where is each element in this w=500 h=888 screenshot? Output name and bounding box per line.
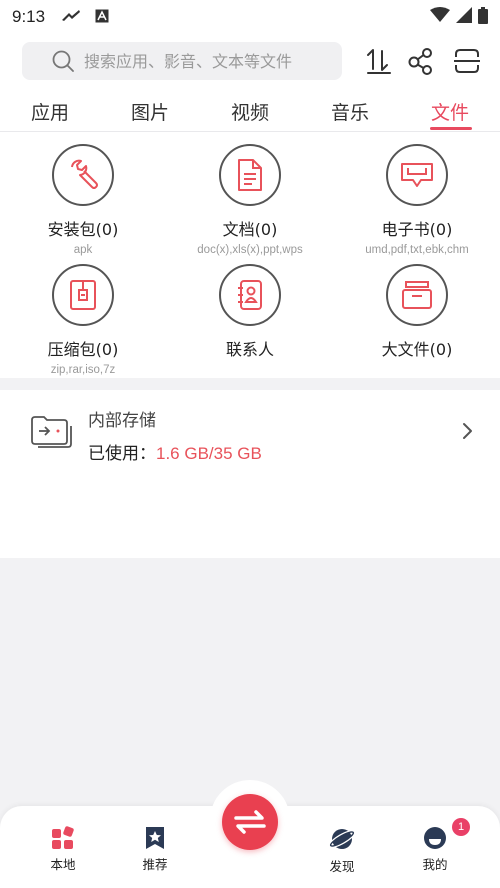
search-icon (52, 50, 74, 72)
ebook-icon (401, 163, 433, 187)
category-contacts[interactable]: 联系人 (167, 264, 333, 364)
nav-discover[interactable]: 发现 (307, 826, 377, 875)
share-button[interactable] (406, 46, 436, 76)
category-icon-wrap (386, 264, 448, 326)
sort-button[interactable] (364, 46, 394, 76)
tab-videos[interactable]: 视频 (210, 98, 290, 125)
signal-icon (456, 7, 472, 27)
category-label: 安装包(0) (47, 220, 119, 239)
category-label: 文档(0) (222, 220, 278, 239)
category-label: 联系人 (225, 340, 274, 359)
nav-local[interactable]: 本地 (28, 826, 98, 873)
category-icon-wrap (219, 264, 281, 326)
storage-icon (31, 416, 72, 448)
nav-recommend[interactable]: 推荐 (120, 826, 190, 873)
nav-label: 发现 (329, 859, 355, 874)
storage-title: 内部存储 (88, 411, 156, 431)
category-extensions: zip,rar,iso,7z (50, 364, 116, 376)
storage-used-label: 已使用： (88, 444, 156, 464)
category-extensions: umd,pdf,txt,ebk,chm (365, 244, 469, 256)
status-bar: 9:13 (0, 0, 500, 34)
navigation-icon (61, 8, 81, 27)
wifi-icon (430, 7, 450, 27)
category-icon-wrap (52, 264, 114, 326)
search-input[interactable] (84, 51, 324, 71)
document-icon (238, 159, 262, 191)
battery-icon (478, 6, 488, 28)
internal-storage-card[interactable]: 内部存储 已使用：1.6 GB/35 GB (0, 390, 500, 558)
profile-icon (424, 827, 446, 849)
category-ebooks[interactable]: 电子书(0) umd,pdf,txt,ebk,chm (334, 144, 500, 256)
scan-icon (454, 49, 480, 73)
storage-usage: 已使用：1.6 GB/35 GB (88, 439, 262, 464)
category-tabs: 应用 图片 视频 音乐 文件 (0, 90, 500, 132)
box-icon (402, 281, 432, 309)
active-tab-indicator (430, 127, 472, 130)
category-large-files[interactable]: 大文件(0) (334, 264, 500, 364)
wrench-icon (71, 159, 98, 189)
tab-images[interactable]: 图片 (110, 98, 190, 125)
notification-badge: 1 (452, 818, 470, 836)
status-time: 9:13 (12, 7, 46, 26)
transfer-icon (234, 810, 266, 834)
search-header (0, 34, 500, 90)
archive-icon (70, 280, 96, 310)
file-category-grid: 安装包(0) apk 文档(0) doc(x),xls(x),ppt,wps 电… (0, 132, 500, 378)
star-bookmark-icon (146, 827, 164, 849)
tab-apps[interactable]: 应用 (10, 98, 90, 125)
category-extensions: doc(x),xls(x),ppt,wps (197, 244, 303, 256)
scan-button[interactable] (452, 46, 482, 76)
category-documents[interactable]: 文档(0) doc(x),xls(x),ppt,wps (167, 144, 333, 256)
nav-label: 本地 (50, 857, 76, 872)
planet-icon (328, 829, 356, 849)
category-archives[interactable]: 压缩包(0) zip,rar,iso,7z (0, 264, 166, 376)
storage-used-value: 1.6 GB/35 GB (156, 444, 262, 463)
category-icon-wrap (386, 144, 448, 206)
contact-icon (238, 280, 262, 310)
category-apk[interactable]: 安装包(0) apk (0, 144, 166, 256)
category-extensions: apk (73, 244, 93, 256)
category-label: 压缩包(0) (47, 340, 119, 359)
nav-label: 我的 (422, 857, 448, 872)
category-label: 电子书(0) (381, 220, 453, 239)
transfer-button[interactable] (222, 794, 278, 850)
local-icon (52, 826, 74, 849)
nav-label: 推荐 (142, 857, 168, 872)
chevron-right-icon (463, 423, 472, 439)
search-box[interactable] (22, 42, 342, 80)
tab-music[interactable]: 音乐 (310, 98, 390, 125)
category-label: 大文件(0) (381, 340, 453, 359)
tab-files[interactable]: 文件 (410, 98, 490, 125)
category-icon-wrap (219, 144, 281, 206)
category-icon-wrap (52, 144, 114, 206)
font-icon (95, 8, 109, 27)
sort-icon (367, 49, 391, 74)
share-icon (408, 48, 432, 75)
